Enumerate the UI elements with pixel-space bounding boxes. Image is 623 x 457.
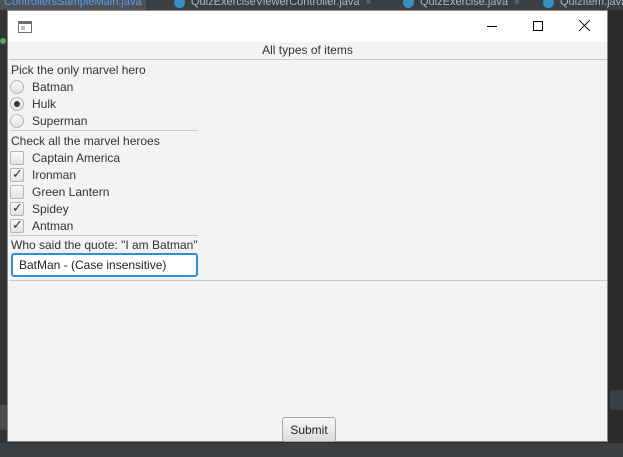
java-class-icon: [174, 0, 185, 8]
divider: [10, 130, 198, 131]
tab-close-icon[interactable]: ×: [514, 0, 520, 8]
option-label: Antman: [32, 219, 74, 233]
radio-option-batman[interactable]: Batman: [10, 79, 190, 96]
option-label: Green Lantern: [32, 185, 110, 199]
option-label: Spidey: [32, 202, 69, 216]
ide-tab-quiz-item[interactable]: QuizItem.java: [543, 0, 623, 10]
radio-option-superman[interactable]: Superman: [10, 113, 190, 130]
ide-right-panel: [610, 10, 623, 457]
checkbox-option-spidey[interactable]: ✓ Spidey: [10, 200, 190, 218]
answer-input[interactable]: [11, 253, 198, 277]
checkmark-icon: ✓: [12, 200, 23, 215]
checkbox-option-green-lantern[interactable]: Green Lantern: [10, 184, 190, 201]
ide-gutter: [0, 10, 7, 457]
checkbox[interactable]: [10, 151, 24, 165]
quiz-panel: Pick the only marvel hero Batman Hulk Su…: [9, 59, 607, 281]
ide-tab-quiz-exercise-viewer-controller[interactable]: QuizExerciseViewerController.java ×: [174, 0, 371, 10]
ide-tab-label: ControllersSampleMain.java: [4, 0, 142, 8]
checkbox[interactable]: [10, 185, 24, 199]
checkbox-option-captain-america[interactable]: Captain America: [10, 150, 190, 167]
option-label: Ironman: [32, 168, 77, 182]
checkmark-icon: ✓: [12, 166, 23, 181]
ide-tab-controllers-sample-main[interactable]: ControllersSampleMain.java: [0, 0, 146, 10]
ide-tab-label: QuizItem.java: [560, 0, 623, 8]
ide-tab-quiz-exercise[interactable]: QuizExercise.java ×: [403, 0, 520, 10]
option-label: Superman: [32, 114, 88, 128]
radio-button-selected[interactable]: [10, 97, 24, 111]
ide-scroll-marker: [610, 390, 623, 410]
app-window: All types of items Pick the only marvel …: [7, 10, 608, 442]
checkbox-checked[interactable]: ✓: [10, 217, 24, 233]
checkbox-option-antman[interactable]: ✓ Antman: [10, 217, 190, 235]
minimize-icon: [487, 26, 497, 27]
checkbox-checked[interactable]: ✓: [10, 200, 24, 216]
radio-button[interactable]: [10, 114, 24, 128]
submit-button[interactable]: Submit: [282, 417, 336, 442]
radio-option-hulk[interactable]: Hulk: [10, 96, 190, 113]
minimize-button[interactable]: [469, 11, 515, 42]
run-status-icon: [0, 38, 6, 44]
option-label: Hulk: [32, 97, 57, 111]
ide-status-bar: [0, 443, 623, 457]
radio-button[interactable]: [10, 80, 24, 94]
title-bar[interactable]: [8, 11, 607, 42]
page-title: All types of items: [262, 43, 353, 57]
ide-tab-bar: ControllersSampleMain.java QuizExerciseV…: [0, 0, 623, 10]
ide-tab-label: QuizExercise.java: [420, 0, 509, 8]
question-3-title: Who said the quote: "I am Batman": [11, 238, 198, 252]
java-class-icon: [403, 0, 414, 8]
option-label: Captain America: [32, 151, 121, 165]
option-label: Batman: [32, 80, 74, 94]
checkbox-option-ironman[interactable]: ✓ Ironman: [10, 166, 190, 184]
checkmark-icon: ✓: [12, 217, 23, 232]
app-window-icon: [18, 21, 32, 33]
java-class-icon: [543, 0, 554, 8]
close-icon: [578, 19, 591, 32]
question-1-title: Pick the only marvel hero: [11, 63, 146, 77]
checkbox-checked[interactable]: ✓: [10, 166, 24, 182]
close-button[interactable]: [561, 11, 607, 42]
maximize-button[interactable]: [515, 11, 561, 42]
divider: [10, 235, 198, 236]
tab-close-icon[interactable]: ×: [366, 0, 372, 8]
question-2-title: Check all the marvel heroes: [11, 134, 160, 148]
ide-tab-label: QuizExerciseViewerController.java: [191, 0, 360, 8]
maximize-icon: [533, 21, 543, 31]
